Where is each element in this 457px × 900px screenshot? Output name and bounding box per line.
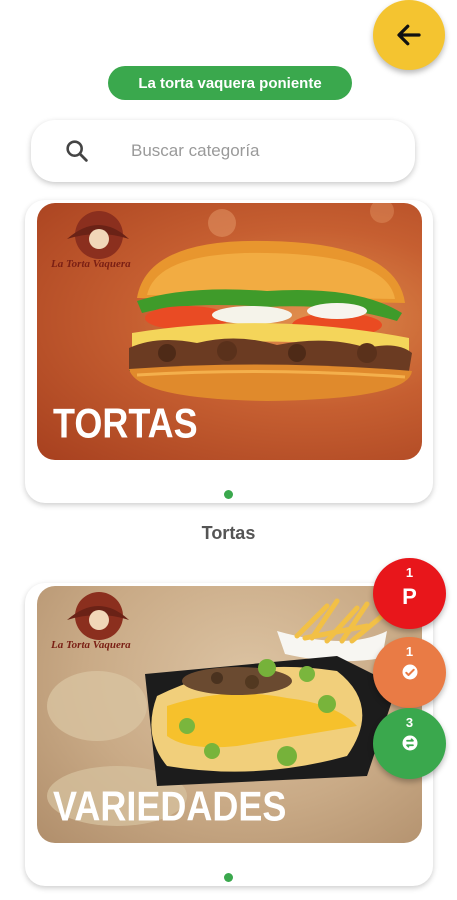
orders-in-progress-count: 1 <box>405 644 414 659</box>
back-button[interactable] <box>373 0 445 70</box>
pending-p-icon: P <box>402 584 417 609</box>
category-label: Tortas <box>201 523 256 543</box>
carousel-indicator-dot <box>224 490 233 499</box>
category-banner-title: TORTAS <box>53 399 198 447</box>
arrow-left-icon <box>397 24 421 46</box>
search-bar[interactable] <box>31 120 415 182</box>
swap-icon <box>402 735 417 751</box>
orders-pending-count: 1 <box>405 565 414 580</box>
store-name-badge: La torta vaquera poniente <box>108 66 352 100</box>
category-banner-variedades[interactable]: La Torta Vaquera VARIEDADES <box>37 586 422 843</box>
category-banner-tortas[interactable]: La Torta Vaquera TORTAS <box>37 203 422 460</box>
logo-text: La Torta Vaquera <box>50 258 131 270</box>
search-input[interactable] <box>131 141 391 161</box>
search-icon <box>66 140 88 162</box>
clock-check-icon <box>402 664 417 680</box>
orders-pending-button[interactable]: 1 P <box>373 558 446 629</box>
orders-in-progress-button[interactable]: 1 <box>373 637 446 708</box>
category-banner-title: VARIEDADES <box>53 782 287 830</box>
orders-ready-button[interactable]: 3 <box>373 708 446 779</box>
orders-ready-count: 3 <box>405 715 414 730</box>
category-card-tortas[interactable]: La Torta Vaquera TORTAS <box>25 200 433 503</box>
logo-text: La Torta Vaquera <box>50 639 131 651</box>
category-card-variedades[interactable]: La Torta Vaquera VARIEDADES <box>25 583 433 886</box>
carousel-indicator-dot <box>224 873 233 882</box>
